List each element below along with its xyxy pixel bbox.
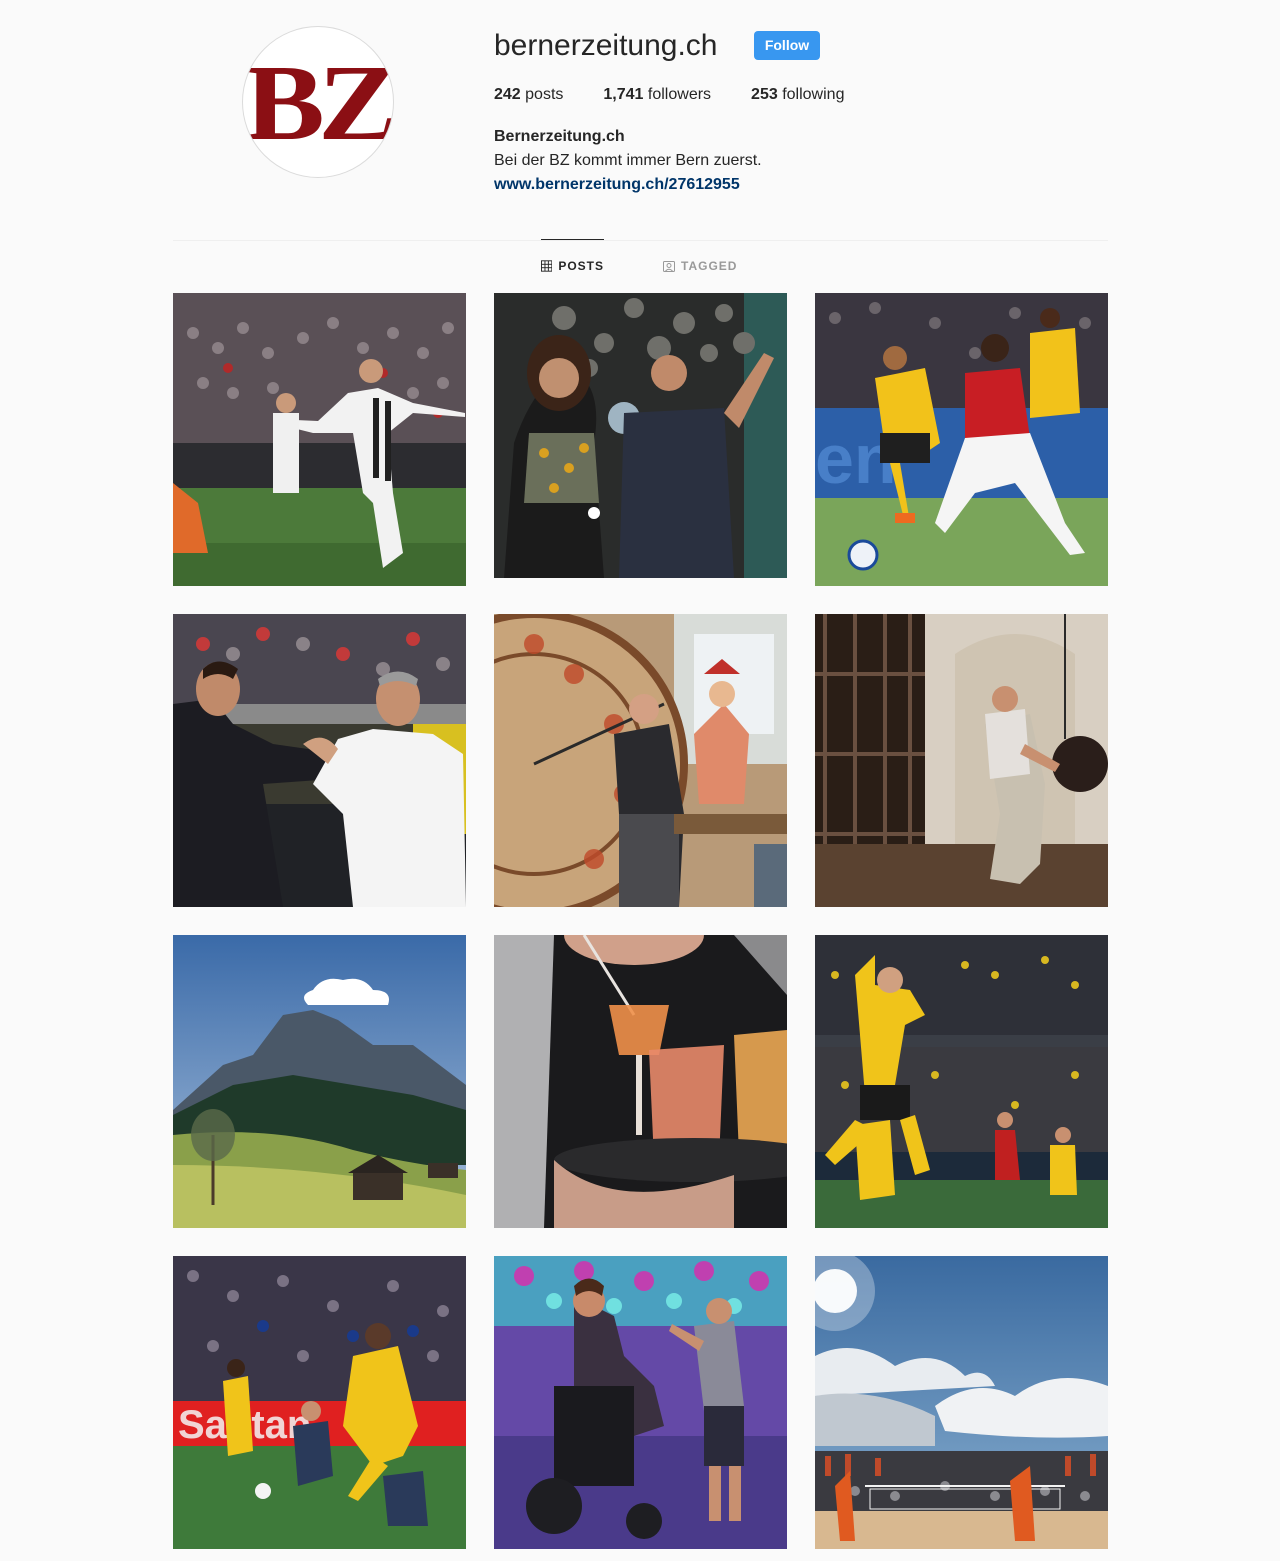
tab-posts[interactable]: POSTS [541, 239, 604, 292]
post-thumbnail[interactable] [494, 293, 787, 586]
post-thumbnail[interactable] [494, 614, 787, 907]
post-image [173, 293, 466, 586]
follow-button[interactable]: Follow [754, 31, 820, 60]
bz-logo: BZ [244, 44, 393, 163]
stat-following[interactable]: 253 following [751, 85, 844, 105]
post-image [815, 1256, 1108, 1549]
post-thumbnail[interactable]: Santan [173, 1256, 466, 1549]
post-image: en [815, 293, 1108, 586]
post-thumbnail[interactable] [173, 935, 466, 1228]
tab-tagged-label: TAGGED [681, 259, 738, 273]
stat-posts: 242 posts [494, 85, 563, 105]
post-thumbnail[interactable] [494, 935, 787, 1228]
bio-full-name: Bernerzeitung.ch [494, 128, 625, 145]
tabs-divider [173, 240, 1108, 241]
post-image [173, 614, 466, 907]
post-image [494, 293, 787, 578]
post-thumbnail[interactable] [173, 614, 466, 907]
profile-page: BZ bernerzeitung.ch Follow 242 posts 1,7… [0, 0, 1280, 1561]
post-thumbnail[interactable]: en [815, 293, 1108, 586]
profile-bio: Bernerzeitung.ch Bei der BZ kommt immer … [494, 125, 762, 197]
tab-tagged[interactable]: TAGGED [663, 240, 737, 292]
post-image [815, 614, 1108, 907]
post-image [815, 935, 1108, 1228]
followers-label: followers [647, 86, 712, 103]
post-image: Santan [173, 1256, 466, 1549]
post-thumbnail[interactable] [494, 1256, 787, 1549]
tagged-person-icon [663, 261, 675, 272]
bio-website-link[interactable]: www.bernerzeitung.ch/27612955 [494, 176, 740, 193]
posts-count: 242 [494, 86, 521, 103]
profile-stats: 242 posts 1,741 followers 253 following [494, 85, 884, 105]
posts-grid: en [173, 293, 1108, 1549]
post-image [494, 1256, 787, 1549]
stat-followers[interactable]: 1,741 followers [603, 85, 711, 105]
profile-avatar[interactable]: BZ [242, 26, 394, 178]
post-thumbnail[interactable] [173, 293, 466, 586]
post-image [173, 935, 466, 1228]
following-label: following [782, 86, 845, 103]
tab-posts-label: POSTS [558, 259, 604, 273]
post-thumbnail[interactable] [815, 1256, 1108, 1549]
posts-label: posts [525, 86, 564, 103]
post-image [494, 935, 787, 1228]
profile-username: bernerzeitung.ch [494, 29, 718, 62]
post-thumbnail[interactable] [815, 614, 1108, 907]
followers-count: 1,741 [603, 86, 644, 103]
post-image [494, 614, 787, 907]
bio-text: Bei der BZ kommt immer Bern zuerst. [494, 152, 762, 169]
post-thumbnail[interactable] [815, 935, 1108, 1228]
grid-icon [541, 260, 553, 272]
following-count: 253 [751, 86, 778, 103]
